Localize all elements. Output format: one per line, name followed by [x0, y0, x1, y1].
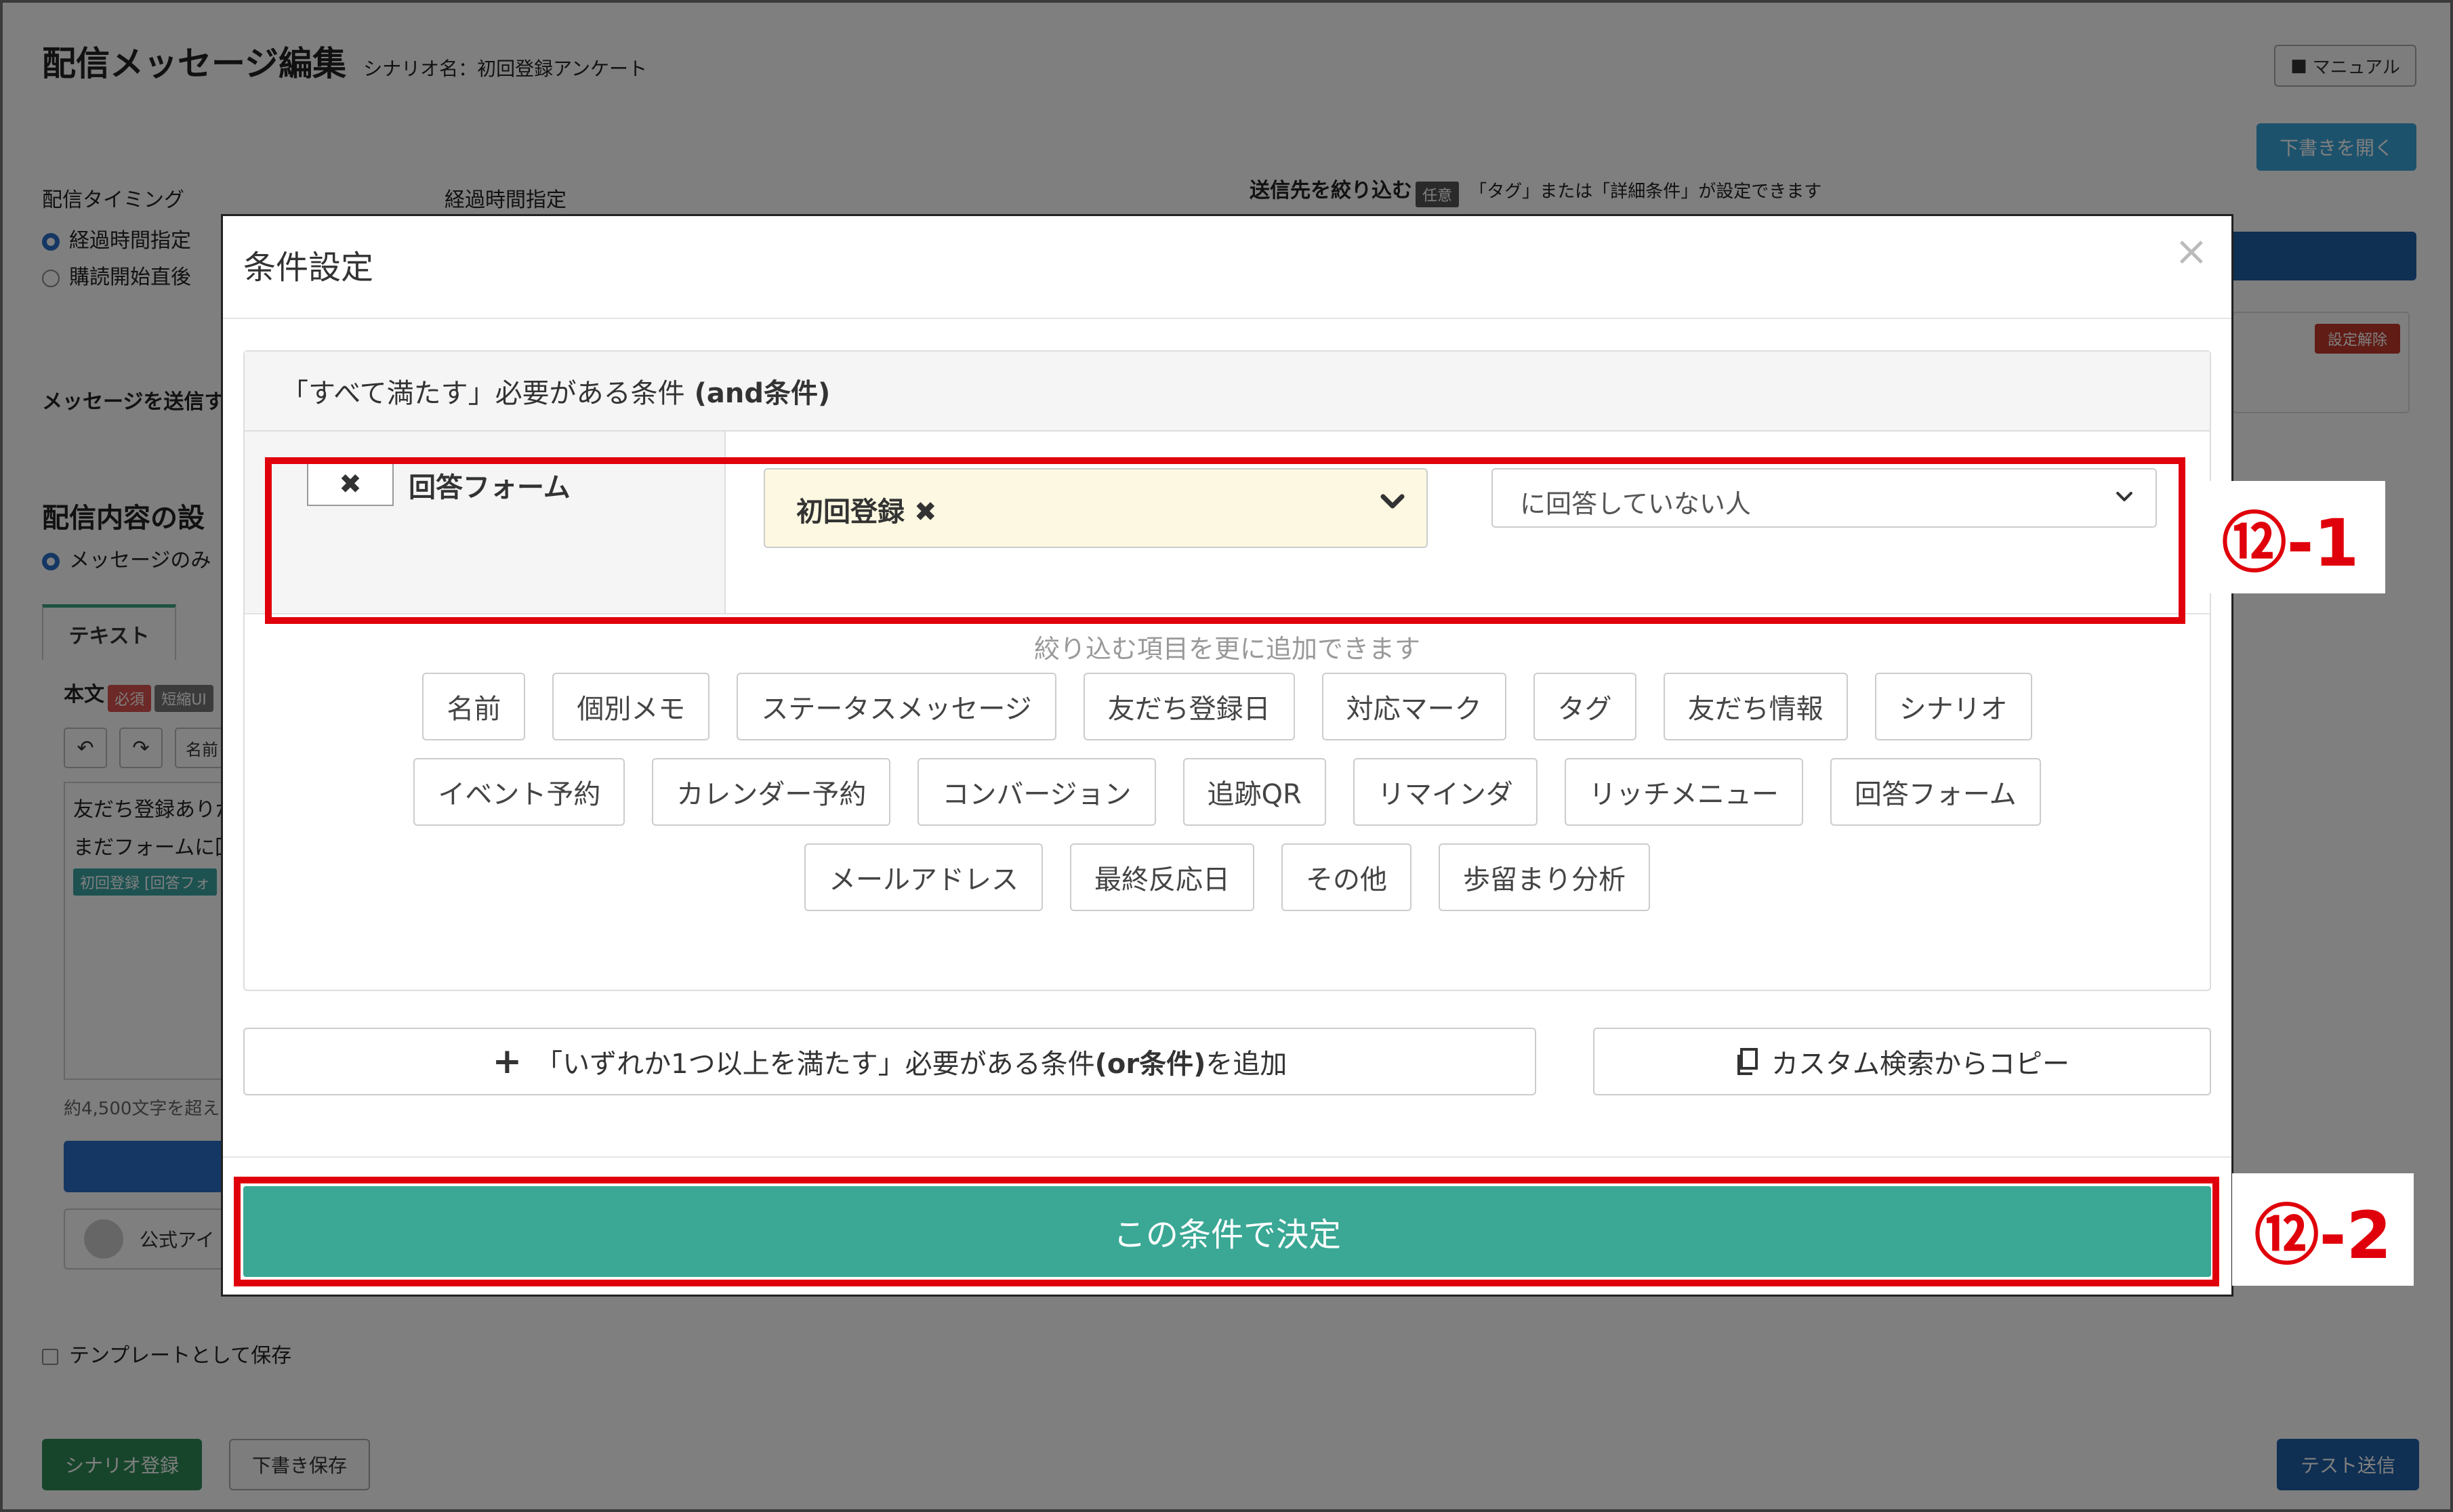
condition-type-button[interactable]: カレンダー予約 — [652, 758, 891, 826]
copy-icon — [1737, 1048, 1758, 1075]
condition-type-button[interactable]: 追跡QR — [1182, 758, 1326, 826]
copy-from-custom-search-button[interactable]: カスタム検索からコピー — [1593, 1028, 2211, 1095]
condition-type-button[interactable]: イベント予約 — [413, 758, 625, 826]
plus-icon: + — [492, 1041, 522, 1082]
callout-step2: ⑫-2 — [2232, 1173, 2414, 1286]
condition-modal: 条件設定 × 「すべて満たす」必要がある条件 (and条件) ✖ 回答フォーム … — [221, 214, 2233, 1297]
divider — [223, 1156, 2231, 1158]
condition-type-button[interactable]: リマインダ — [1353, 758, 1538, 826]
condition-type-button[interactable]: メールアドレス — [804, 843, 1043, 911]
condition-type-list: 名前 個別メモ ステータスメッセージ 友だち登録日 対応マーク タグ 友だち情報 シナリオ イ… — [245, 673, 2210, 929]
highlight-box-step2 — [234, 1177, 2219, 1286]
condition-type-button[interactable]: 友だち登録日 — [1083, 673, 1295, 740]
condition-type-row: 名前 個別メモ ステータスメッセージ 友だち登録日 対応マーク タグ 友だち情報 シナリオ — [245, 673, 2210, 740]
callout-step1: ⑫-1 — [2196, 481, 2385, 593]
condition-type-button[interactable]: 歩留まり分析 — [1439, 843, 1650, 911]
divider — [223, 318, 2231, 319]
add-or-condition-button[interactable]: + 「いずれか1つ以上を満たす」必要がある条件 (or条件) を追加 — [243, 1028, 1536, 1095]
condition-type-button[interactable]: シナリオ — [1874, 673, 2032, 740]
modal-title: 条件設定 — [243, 249, 374, 287]
close-icon[interactable]: × — [2174, 231, 2208, 272]
highlight-box-step1 — [265, 457, 2185, 624]
condition-type-button[interactable]: ステータスメッセージ — [737, 673, 1056, 740]
condition-type-button[interactable]: 対応マーク — [1321, 673, 1506, 740]
condition-type-button[interactable]: リッチメニュー — [1564, 758, 1803, 826]
condition-type-row: イベント予約 カレンダー予約 コンバージョン 追跡QR リマインダ リッチメニュー 回答フォ… — [245, 758, 2210, 826]
condition-type-button[interactable]: 最終反応日 — [1070, 843, 1254, 911]
condition-type-button[interactable]: その他 — [1281, 843, 1411, 911]
condition-type-button[interactable]: タグ — [1533, 673, 1636, 740]
condition-type-button[interactable]: 回答フォーム — [1830, 758, 2041, 826]
and-condition-header: 「すべて満たす」必要がある条件 (and条件) — [245, 352, 2210, 432]
and-condition-panel: 「すべて満たす」必要がある条件 (and条件) ✖ 回答フォーム 初回登録 ✖ に… — [243, 350, 2211, 991]
add-more-hint: 絞り込む項目を更に追加できます — [1033, 634, 1420, 664]
condition-type-row: メールアドレス 最終反応日 その他 歩留まり分析 — [245, 843, 2210, 911]
condition-type-button[interactable]: 個別メモ — [552, 673, 710, 740]
condition-type-button[interactable]: 名前 — [422, 673, 526, 740]
condition-type-button[interactable]: コンバージョン — [918, 758, 1156, 826]
condition-type-button[interactable]: 友だち情報 — [1663, 673, 1848, 740]
